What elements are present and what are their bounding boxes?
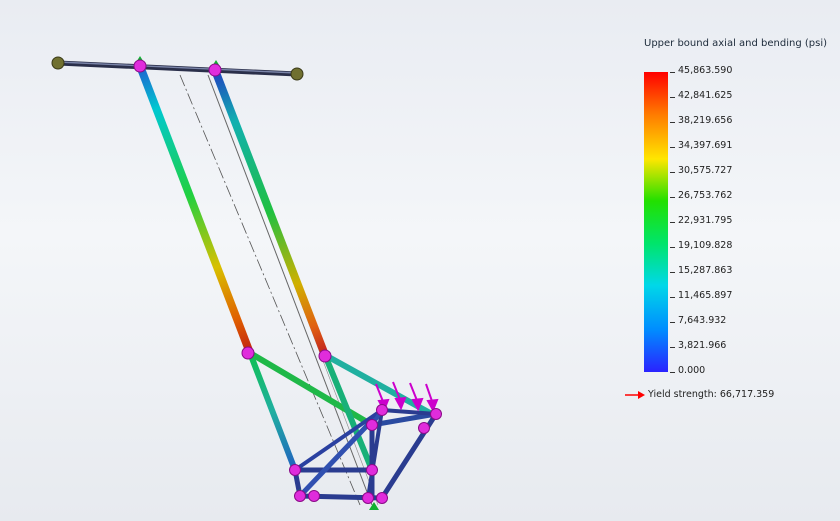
legend-tick-label: 19,109.828 — [678, 240, 733, 251]
legend-tick-mark — [670, 297, 675, 298]
legend-tick-label: 7,643.932 — [678, 315, 727, 326]
legend-tick-label: 45,863.590 — [678, 65, 733, 76]
legend-tick-mark — [670, 372, 675, 373]
legend-tick-label: 0.000 — [678, 365, 706, 376]
legend-ticks: 45,863.590 42,841.625 38,219.656 34,397.691… — [670, 65, 800, 376]
legend-tick-mark — [670, 147, 675, 148]
legend-tick-mark — [670, 172, 675, 173]
legend-tick-label: 15,287.863 — [678, 265, 733, 276]
legend-tick-mark — [670, 72, 675, 73]
legend-tick-mark — [670, 247, 675, 248]
legend-tick-mark — [670, 122, 675, 123]
handle-bar — [51, 56, 304, 81]
legend-tick-label: 30,575.727 — [678, 165, 733, 176]
yield-arrow-icon — [625, 391, 645, 399]
legend-tick-mark — [670, 197, 675, 198]
legend-tick-mark — [670, 222, 675, 223]
legend-tick-mark — [670, 322, 675, 323]
legend-tick-label: 26,753.762 — [678, 190, 733, 201]
lower-frame — [247, 350, 439, 501]
yield-strength-label: Yield strength: 66,717.359 — [648, 389, 775, 400]
joint-nodes[interactable] — [133, 59, 442, 504]
legend-tick-label: 42,841.625 — [678, 90, 733, 101]
main-tubes — [136, 64, 329, 357]
legend-tick-label: 38,219.656 — [678, 115, 733, 126]
construction-lines — [179, 74, 379, 506]
legend-tick-label: 34,397.691 — [678, 140, 733, 151]
legend-tick-label: 11,465.897 — [678, 290, 733, 301]
fixture-markers — [135, 56, 379, 510]
legend-color-bar — [644, 72, 668, 372]
legend-tick-label: 3,821.966 — [678, 340, 727, 351]
legend-tick-mark — [670, 272, 675, 273]
legend-tick-label: 22,931.795 — [678, 215, 733, 226]
legend-title: Upper bound axial and bending (psi) — [644, 38, 827, 49]
legend-tick-mark — [670, 347, 675, 348]
stress-legend: Upper bound axial and bending (psi) 45,8… — [625, 34, 835, 414]
legend-tick-mark — [670, 97, 675, 98]
graphics-viewport[interactable]: Upper bound axial and bending (psi) 45,8… — [0, 0, 840, 521]
